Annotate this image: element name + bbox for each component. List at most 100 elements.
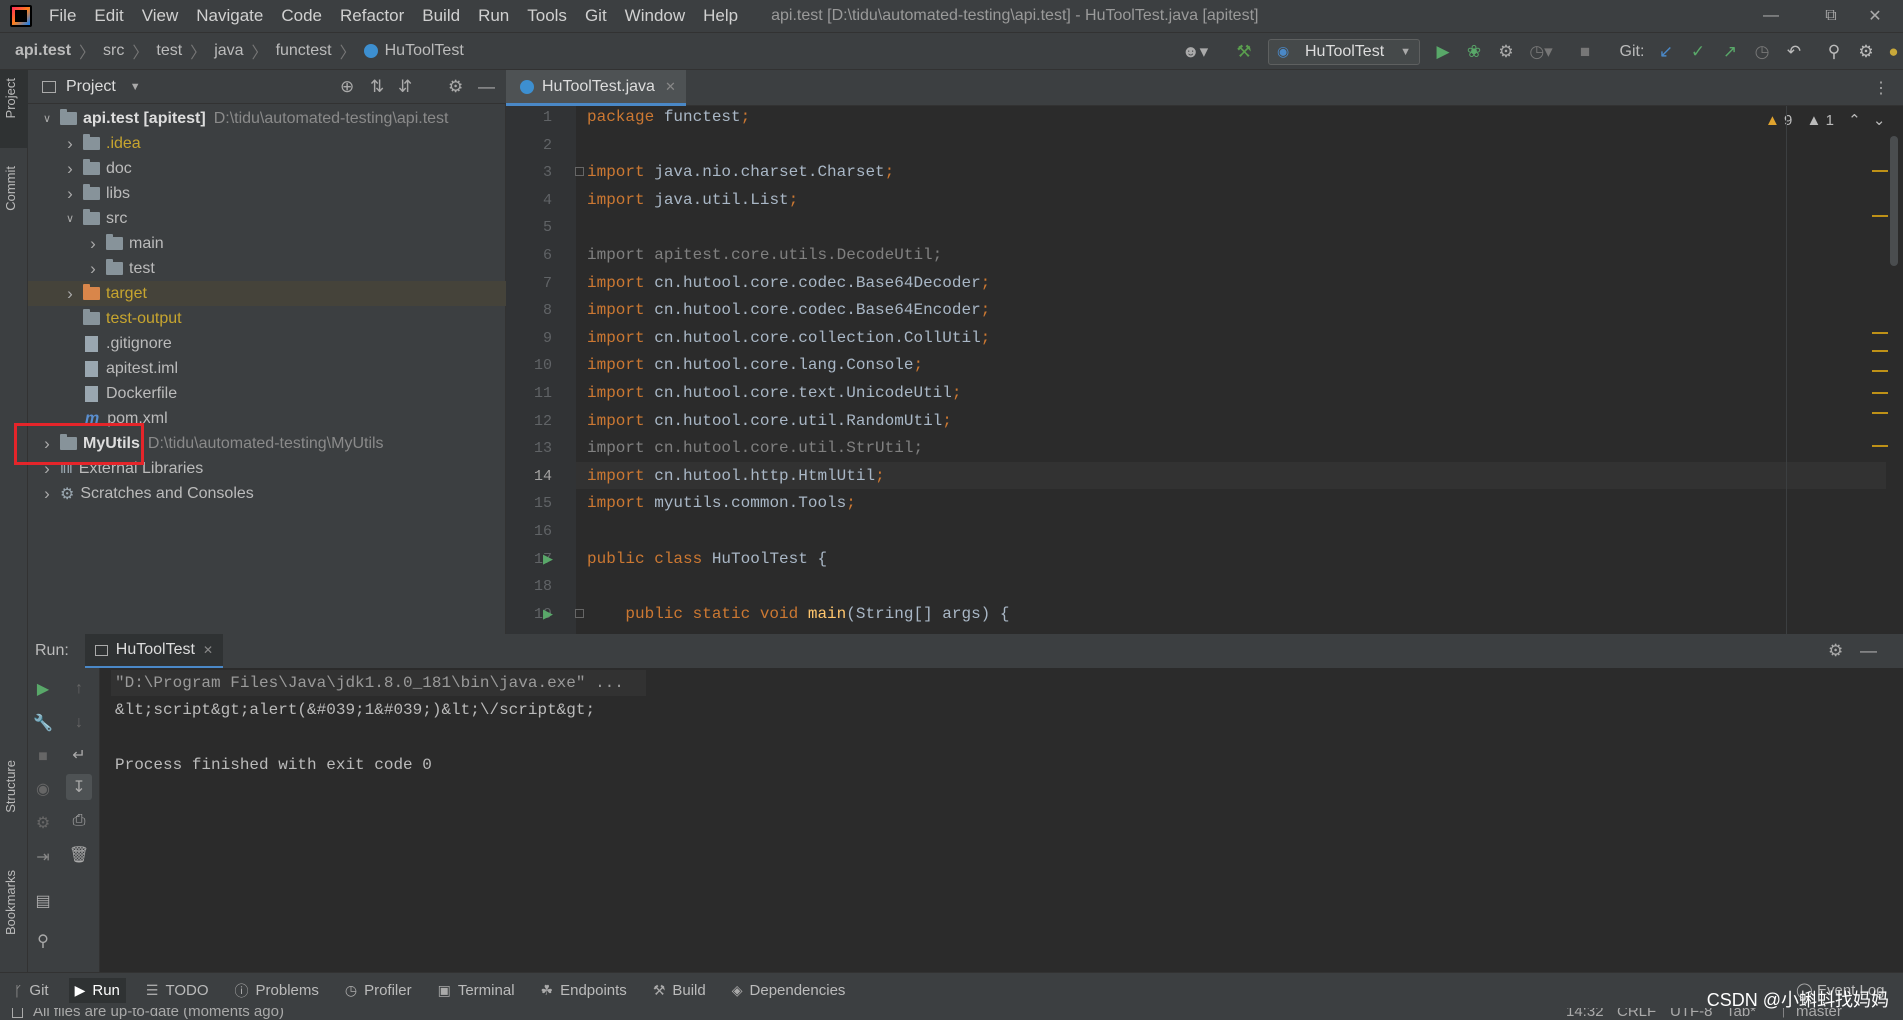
chevron-down-icon[interactable]: ∨ [40,112,54,125]
menu-code[interactable]: Code [281,6,322,26]
expand-all-icon[interactable]: ⇅ [370,77,384,97]
git-commit-icon[interactable]: ✓ [1686,33,1710,71]
hide-panel-icon[interactable]: — [478,77,495,97]
chevron-down-icon[interactable]: ∨ [63,212,77,225]
menu-run[interactable]: Run [478,6,509,26]
status-message[interactable]: All files are up-to-date (moments ago) [12,1008,284,1020]
code-line[interactable]: import java.nio.charset.Charset; [587,159,894,186]
code-line[interactable]: import cn.hutool.core.lang.Console; [587,352,923,379]
warning-marker[interactable] [1872,412,1888,414]
tree-item[interactable]: › doc [28,156,506,181]
tree-item[interactable]: test-output [28,306,506,331]
user-icon[interactable]: ☻▾ [1178,33,1212,71]
warning-marker[interactable] [1872,370,1888,372]
bottom-tab-terminal[interactable]: ▣ Terminal [438,978,515,1003]
profile-icon[interactable]: ◷▾ [1524,33,1558,71]
scrollbar-thumb[interactable] [1890,136,1898,266]
run-gutter-icon[interactable]: ▶ [543,551,553,567]
settings-gear-icon[interactable]: ⚙ [1854,33,1878,71]
menu-refactor[interactable]: Refactor [340,6,404,26]
tree-item[interactable]: ∨ api.test [apitest] D:\tidu\automated-tes… [28,106,506,131]
layout-icon[interactable]: ▤ [30,888,56,914]
line-separator[interactable]: CRLF [1617,1008,1656,1020]
tree-item[interactable]: › ⚙ Scratches and Consoles [28,481,506,506]
hide-panel-icon[interactable]: — [1860,641,1877,661]
code-line[interactable]: import cn.hutool.core.text.UnicodeUtil; [587,380,961,407]
tree-item[interactable]: .gitignore [28,331,506,356]
print-icon[interactable]: ⎙ [66,808,92,834]
breadcrumb-item[interactable]: src [103,42,124,60]
menu-help[interactable]: Help [703,6,738,26]
close-tab-icon[interactable]: ✕ [203,643,213,657]
locate-icon[interactable]: ⊕ [340,77,354,97]
chevron-right-icon[interactable]: › [63,159,77,179]
scroll-to-end-icon[interactable]: ↧ [66,774,92,800]
code-line[interactable]: import cn.hutool.core.collection.CollUti… [587,325,990,352]
menu-window[interactable]: Window [625,6,685,26]
chevron-right-icon[interactable]: › [40,484,54,504]
tree-item[interactable]: ∨ src [28,206,506,231]
chevron-right-icon[interactable]: › [63,134,77,154]
code-line[interactable]: public static void main(String[] args) { [587,601,1009,628]
plugin-icon[interactable]: ● [1884,33,1903,71]
close-icon[interactable]: ✕ [1847,0,1903,32]
tool-tab-commit[interactable]: Commit [3,166,18,211]
up-arrow-icon[interactable]: ↑ [66,676,92,702]
bottom-tab-build[interactable]: ⚒ Build [653,978,706,1003]
menu-view[interactable]: View [142,6,179,26]
coverage-icon[interactable]: ⚙ [1494,33,1518,71]
stop-icon[interactable]: ■ [1574,33,1596,71]
previous-highlight-icon[interactable]: ⌃ [1848,112,1861,129]
git-history-icon[interactable]: ◷ [1750,33,1774,71]
code-line[interactable]: import cn.hutool.core.util.RandomUtil; [587,408,952,435]
menu-git[interactable]: Git [585,6,607,26]
minimize-icon[interactable]: — [1743,0,1799,32]
warning-marker[interactable] [1872,445,1888,447]
git-rollback-icon[interactable]: ↶ [1782,33,1806,71]
chevron-right-icon[interactable]: › [63,184,77,204]
collapse-all-icon[interactable]: ⇵ [398,77,412,97]
next-highlight-icon[interactable]: ⌄ [1873,112,1886,129]
bottom-tab-run[interactable]: ▶ Run [68,978,126,1003]
menu-build[interactable]: Build [422,6,460,26]
breadcrumb-item[interactable]: java [214,42,243,60]
tree-item[interactable]: › libs [28,181,506,206]
pin-icon[interactable]: ⚲ [30,928,56,954]
code-line[interactable]: import cn.hutool.http.HtmlUtil; [587,463,885,490]
tree-item[interactable]: apitest.iml [28,356,506,381]
git-push-icon[interactable]: ↗ [1718,33,1742,71]
search-icon[interactable]: ⚲ [1822,33,1846,71]
code-line[interactable]: import apitest.core.utils.DecodeUtil; [587,242,942,269]
chevron-right-icon[interactable]: › [86,259,100,279]
warning-marker[interactable] [1872,332,1888,334]
rerun-icon[interactable]: ▶ [30,676,56,702]
tree-item[interactable]: Dockerfile [28,381,506,406]
warning-marker[interactable] [1872,215,1888,217]
run-configuration-select[interactable]: ◉ HuToolTest ▼ [1268,39,1420,65]
settings-gear-icon[interactable]: ⚙ [448,77,463,97]
down-arrow-icon[interactable]: ↓ [66,710,92,736]
code-line[interactable]: import myutils.common.Tools; [587,490,856,517]
settings-gear-icon[interactable]: ⚙ [1828,641,1843,661]
fold-icon[interactable] [575,608,584,618]
tree-item[interactable]: › main [28,231,506,256]
code-line[interactable]: package functest; [587,104,750,131]
chevron-right-icon[interactable]: › [86,234,100,254]
menu-edit[interactable]: Edit [94,6,123,26]
warning-marker[interactable] [1872,170,1888,172]
bottom-tab-profiler[interactable]: ◷ Profiler [345,978,412,1003]
settings-icon[interactable]: ⚙ [30,810,56,836]
run-tab-hutooltest[interactable]: HuToolTest ✕ [84,634,224,668]
menu-file[interactable]: File [49,6,76,26]
editor-scrollbar[interactable] [1886,106,1903,634]
bottom-tab-problems[interactable]: ⓘ Problems [235,978,319,1003]
tool-tab-structure[interactable]: Structure [3,760,18,813]
chevron-down-icon[interactable]: ▼ [130,81,141,93]
login-icon[interactable]: ⇥ [30,844,56,870]
code-line[interactable]: public class HuToolTest { [587,546,827,573]
soft-wrap-icon[interactable]: ↵ [66,742,92,768]
build-hammer-icon[interactable]: ⚒ [1230,33,1258,71]
bottom-tab-endpoints[interactable]: ☘ Endpoints [541,978,627,1003]
caret-position[interactable]: 14:32 [1566,1008,1604,1020]
tool-tab-bookmarks[interactable]: Bookmarks [3,870,18,935]
